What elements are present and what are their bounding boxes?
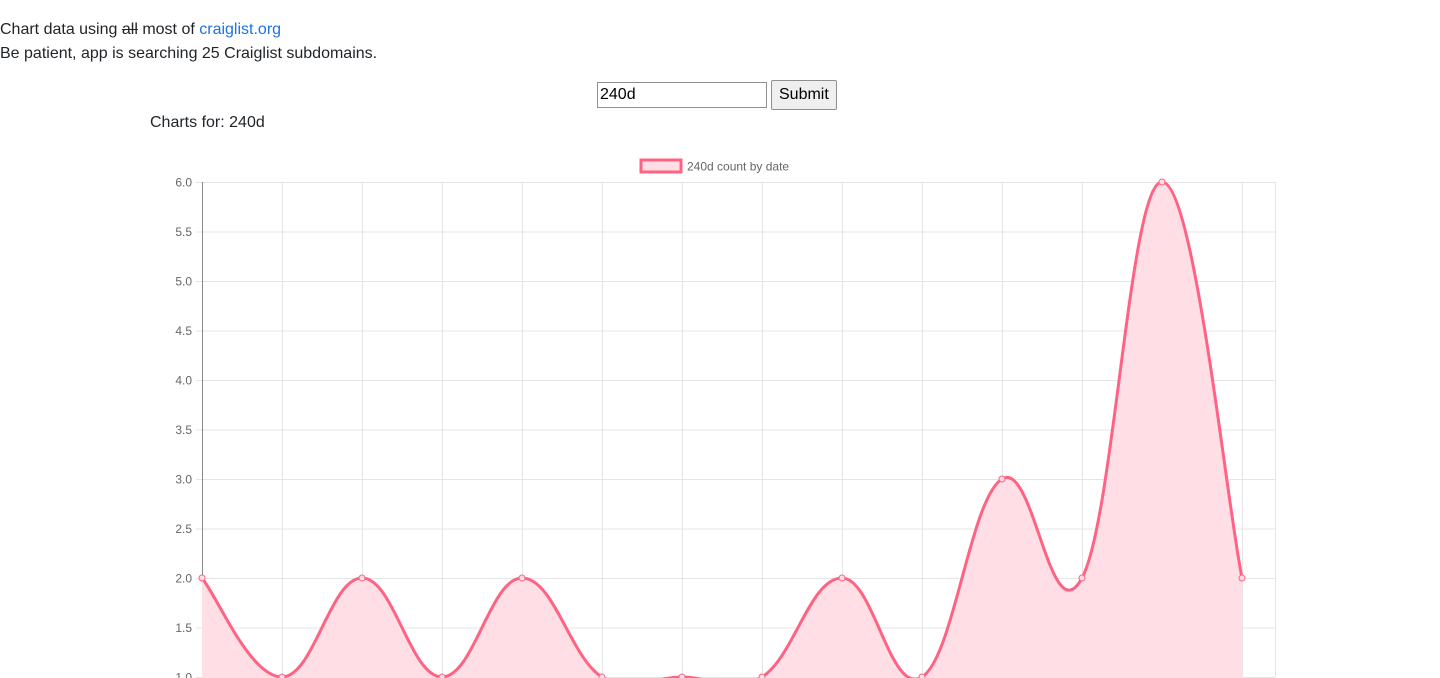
y-tick-label: 5.5 [175,225,192,239]
y-tick-label: 3.0 [175,473,192,487]
data-point [998,475,1006,483]
y-tick-label: 6.0 [175,176,192,190]
y-tick-label: 4.0 [175,374,192,388]
data-point [758,673,766,678]
legend-label[interactable]: 240d count by date [687,160,789,174]
data-point [598,673,606,678]
data-point [918,673,926,678]
data-point [678,673,686,678]
y-tick-label: 1.5 [175,621,192,635]
count-by-date-chart: 6.0 5.5 5.0 4.5 4.0 3.5 3.0 2.5 2.0 1.5 1.0 240d c… [175,158,1276,678]
chart-legend[interactable]: 240d count by date [639,158,789,174]
y-tick-label: 1.0 [175,671,192,678]
data-point [278,673,286,678]
data-point [838,574,846,582]
data-point [358,574,366,582]
y-tick-label: 5.0 [175,275,192,289]
data-point [1078,574,1086,582]
legend-swatch[interactable] [639,158,683,174]
data-point [198,574,206,582]
chart-series [198,178,1246,678]
data-point [438,673,446,678]
y-tick-label: 3.5 [175,423,192,437]
y-tick-label: 4.5 [175,324,192,338]
y-tick-label: 2.0 [175,572,192,586]
data-point [1158,178,1166,186]
data-point [1238,574,1246,582]
data-point [518,574,526,582]
y-tick-label: 2.5 [175,522,192,536]
chart-axes: 6.0 5.5 5.0 4.5 4.0 3.5 3.0 2.5 2.0 1.5 1.0 [175,176,203,678]
